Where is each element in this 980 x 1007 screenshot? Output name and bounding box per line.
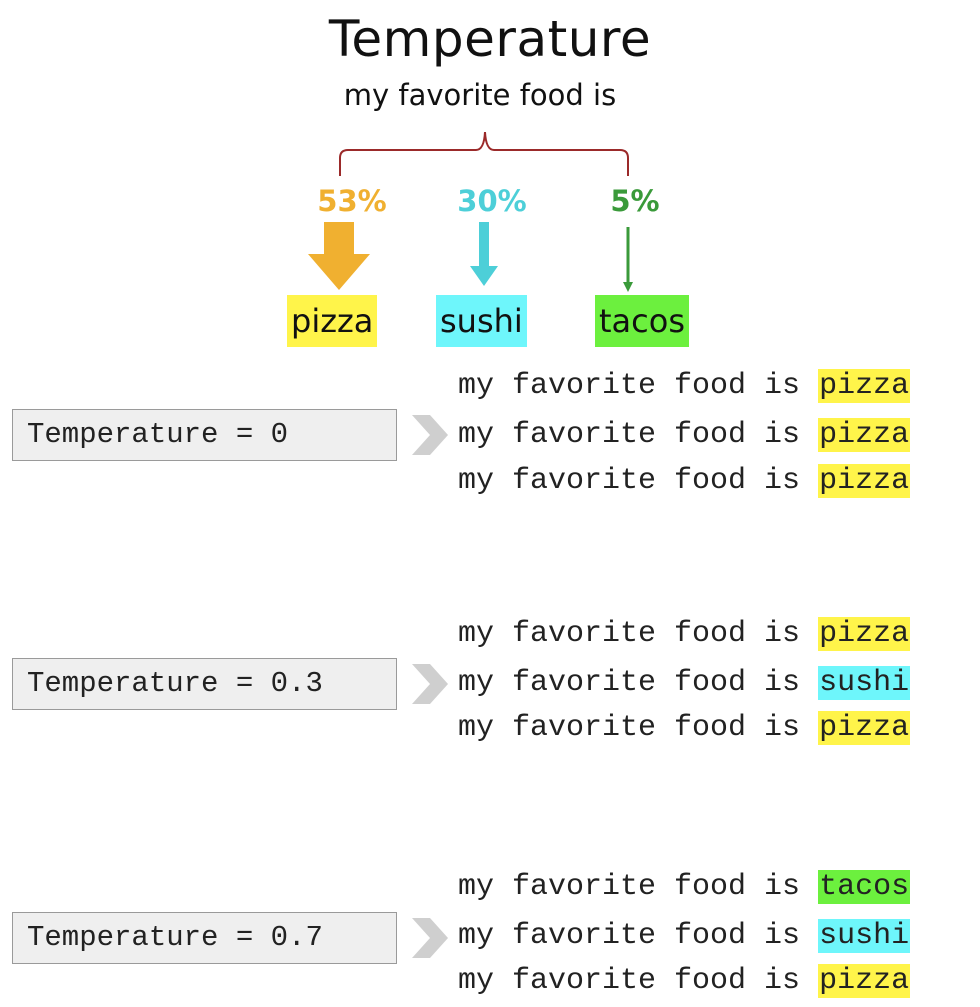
probability-tacos: 5% — [610, 184, 660, 218]
temperature-label-0-7: Temperature = 0.7 — [12, 912, 397, 964]
prompt-prefix: my favorite food is — [458, 666, 819, 700]
output-line: my favorite food is pizza — [458, 709, 911, 747]
probability-pizza: 53% — [317, 184, 387, 218]
highlighted-token-pizza: pizza — [818, 464, 911, 498]
prompt-prefix: my favorite food is — [458, 870, 819, 904]
arrow-down-large-icon — [308, 222, 370, 290]
probability-sushi: 30% — [457, 184, 527, 218]
token-tacos: tacos — [595, 295, 689, 347]
output-line: my favorite food is pizza — [458, 462, 911, 500]
prompt-prefix: my favorite food is — [458, 418, 819, 452]
highlighted-token-tacos: tacos — [818, 870, 911, 904]
diagram-title: Temperature — [328, 10, 652, 68]
output-line: my favorite food is pizza — [458, 416, 911, 454]
temperature-label-0: Temperature = 0 — [12, 409, 397, 461]
chevron-right-icon — [412, 415, 448, 455]
prompt-prefix: my favorite food is — [458, 617, 819, 651]
arrow-down-medium-icon — [470, 222, 498, 286]
highlighted-token-pizza: pizza — [818, 964, 911, 998]
highlighted-token-pizza: pizza — [818, 418, 911, 452]
highlighted-token-sushi: sushi — [818, 919, 911, 953]
prompt-prefix: my favorite food is — [458, 711, 819, 745]
highlighted-token-pizza: pizza — [818, 711, 911, 745]
highlighted-token-pizza: pizza — [818, 369, 911, 403]
prompt-prefix: my favorite food is — [458, 369, 819, 403]
temperature-label-0-3: Temperature = 0.3 — [12, 658, 397, 710]
highlighted-token-sushi: sushi — [818, 666, 911, 700]
brace-icon — [339, 131, 629, 176]
output-line: my favorite food is pizza — [458, 962, 911, 1000]
output-line: my favorite food is tacos — [458, 868, 911, 906]
chevron-right-icon — [412, 918, 448, 958]
prompt-prefix: my favorite food is — [458, 964, 819, 998]
prompt-text: my favorite food is — [343, 78, 617, 112]
arrow-down-small-icon — [623, 227, 633, 292]
output-line: my favorite food is pizza — [458, 615, 911, 653]
output-line: my favorite food is sushi — [458, 917, 911, 955]
highlighted-token-pizza: pizza — [818, 617, 911, 651]
output-line: my favorite food is pizza — [458, 367, 911, 405]
token-sushi: sushi — [436, 295, 527, 347]
prompt-prefix: my favorite food is — [458, 464, 819, 498]
token-pizza: pizza — [287, 295, 378, 347]
prompt-prefix: my favorite food is — [458, 919, 819, 953]
output-line: my favorite food is sushi — [458, 664, 911, 702]
chevron-right-icon — [412, 664, 448, 704]
